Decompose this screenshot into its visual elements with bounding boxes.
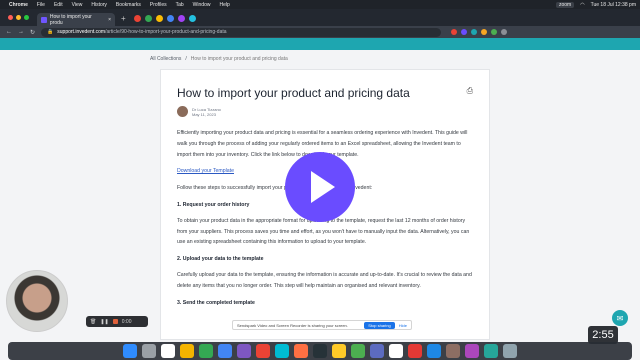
app-icon[interactable]: [294, 344, 308, 358]
menu-file[interactable]: File: [37, 2, 45, 8]
url-path: /article/90-how-to-import-your-product-a…: [105, 29, 227, 35]
menu-tab[interactable]: Tab: [176, 2, 184, 8]
zoom-window-button[interactable]: [24, 15, 29, 20]
screen-share-banner: Sendspark Video and Screen Recorder is s…: [232, 320, 412, 330]
extension-icon[interactable]: [451, 29, 458, 35]
app-icon[interactable]: [484, 344, 498, 358]
pinned-site-icon[interactable]: [133, 15, 141, 22]
pinned-site-icon[interactable]: [155, 15, 163, 22]
stop-sharing-button[interactable]: Stop sharing: [364, 321, 395, 329]
recorder-time: 0:00: [121, 318, 132, 325]
minimize-window-button[interactable]: [16, 15, 21, 20]
new-tab-button[interactable]: +: [121, 14, 126, 23]
notion-icon[interactable]: [389, 344, 403, 358]
template-link[interactable]: Download your Template: [177, 168, 234, 174]
article-date: May 11, 2023: [192, 111, 216, 117]
menubar-status: zoom ◠ Tue 18 Jul 12:38 pm: [555, 1, 636, 8]
whatsapp-icon[interactable]: [351, 344, 365, 358]
tab-bar: How to import your produ × +: [0, 9, 640, 26]
url-input[interactable]: 🔒 support.invedent.com/article/90-how-to…: [41, 27, 442, 37]
breadcrumb-root[interactable]: All Collections: [150, 56, 181, 62]
pinned-site-icon[interactable]: [177, 15, 185, 22]
chrome-icon[interactable]: [218, 344, 232, 358]
url-domain: support.invedent.com: [57, 29, 106, 35]
reload-icon[interactable]: ↻: [30, 29, 35, 36]
article-title: How to import your product and pricing d…: [177, 86, 410, 100]
zoom-indicator[interactable]: zoom: [555, 1, 575, 8]
finder-icon[interactable]: [123, 344, 137, 358]
author-block: Dr Luca Tizzano May 11, 2023: [177, 106, 221, 117]
menu-window[interactable]: Window: [193, 2, 211, 8]
extension-icon[interactable]: [501, 29, 508, 35]
pinned-site-icon[interactable]: [188, 15, 196, 22]
app-icon[interactable]: [446, 344, 460, 358]
play-icon: [311, 171, 335, 203]
menu-history[interactable]: History: [91, 2, 107, 8]
extensions: [451, 29, 508, 35]
share-status-text: Sendspark Video and Screen Recorder is s…: [237, 322, 348, 328]
menu-app[interactable]: Chrome: [9, 2, 28, 8]
calendar-icon[interactable]: [161, 344, 175, 358]
pause-icon[interactable]: ❚❚: [100, 319, 108, 325]
menu-profiles[interactable]: Profiles: [150, 2, 167, 8]
play-button[interactable]: [285, 152, 355, 222]
extension-icon[interactable]: [461, 29, 468, 35]
app-icon[interactable]: [313, 344, 327, 358]
clock[interactable]: Tue 18 Jul 12:38 pm: [591, 2, 636, 8]
extension-icon[interactable]: [471, 29, 478, 35]
launchpad-icon[interactable]: [142, 344, 156, 358]
extension-icon[interactable]: [481, 29, 488, 35]
pinned-site-icon[interactable]: [166, 15, 174, 22]
print-icon[interactable]: ⎙: [467, 86, 473, 96]
close-window-button[interactable]: [8, 15, 13, 20]
webcam-bubble[interactable]: [6, 270, 68, 332]
app-icon[interactable]: [256, 344, 270, 358]
menu-bookmarks[interactable]: Bookmarks: [116, 2, 141, 8]
avatar: [177, 106, 188, 117]
app-icon[interactable]: [370, 344, 384, 358]
pinned-icons: [133, 15, 196, 22]
mac-dock: [8, 342, 632, 360]
step3-heading: 3. Send the completed template: [177, 299, 255, 306]
chat-icon[interactable]: ✉: [612, 310, 628, 326]
wifi-icon[interactable]: ◠: [580, 2, 584, 8]
notes-icon[interactable]: [180, 344, 194, 358]
site-header: [0, 38, 640, 50]
breadcrumb-current: How to import your product and pricing d…: [190, 56, 288, 62]
back-icon[interactable]: ←: [6, 29, 12, 35]
app-icon[interactable]: [408, 344, 422, 358]
menu-edit[interactable]: Edit: [54, 2, 63, 8]
lock-icon[interactable]: 🔒: [47, 29, 53, 35]
forward-icon[interactable]: →: [18, 29, 24, 35]
step2-heading: 2. Upload your data to the template: [177, 256, 264, 263]
address-bar-row: ← → ↻ 🔒 support.invedent.com/article/90-…: [0, 26, 640, 38]
mac-menubar: Chrome File Edit View History Bookmarks …: [0, 0, 640, 9]
app-icon[interactable]: [427, 344, 441, 358]
favicon-icon: [41, 16, 47, 23]
author-name: Dr Luca Tizzano: [192, 106, 221, 112]
trash-dock-icon[interactable]: [503, 344, 517, 358]
app-icon[interactable]: [332, 344, 346, 358]
menu-help[interactable]: Help: [219, 2, 229, 8]
pinned-site-icon[interactable]: [144, 15, 152, 22]
tab-close-icon[interactable]: ×: [108, 17, 111, 23]
window-controls: [8, 15, 29, 20]
app-icon[interactable]: [237, 344, 251, 358]
tab-active[interactable]: How to import your produ ×: [37, 13, 115, 26]
hide-banner-button[interactable]: Hide: [399, 323, 407, 328]
breadcrumb-separator: /: [185, 56, 187, 62]
breadcrumb: All Collections / How to import your pro…: [150, 56, 288, 62]
tab-title: How to import your produ: [49, 13, 92, 26]
stop-record-button[interactable]: [112, 319, 118, 324]
menu-view[interactable]: View: [72, 2, 83, 8]
extension-icon[interactable]: [491, 29, 498, 35]
app-icon[interactable]: [465, 344, 479, 358]
step2-text: Carefully upload your data to the templa…: [177, 271, 472, 289]
trash-icon[interactable]: 🗑: [90, 319, 96, 325]
recorder-controls: 🗑 ❚❚ 0:00: [86, 316, 148, 327]
messages-icon[interactable]: [199, 344, 213, 358]
app-icon[interactable]: [275, 344, 289, 358]
